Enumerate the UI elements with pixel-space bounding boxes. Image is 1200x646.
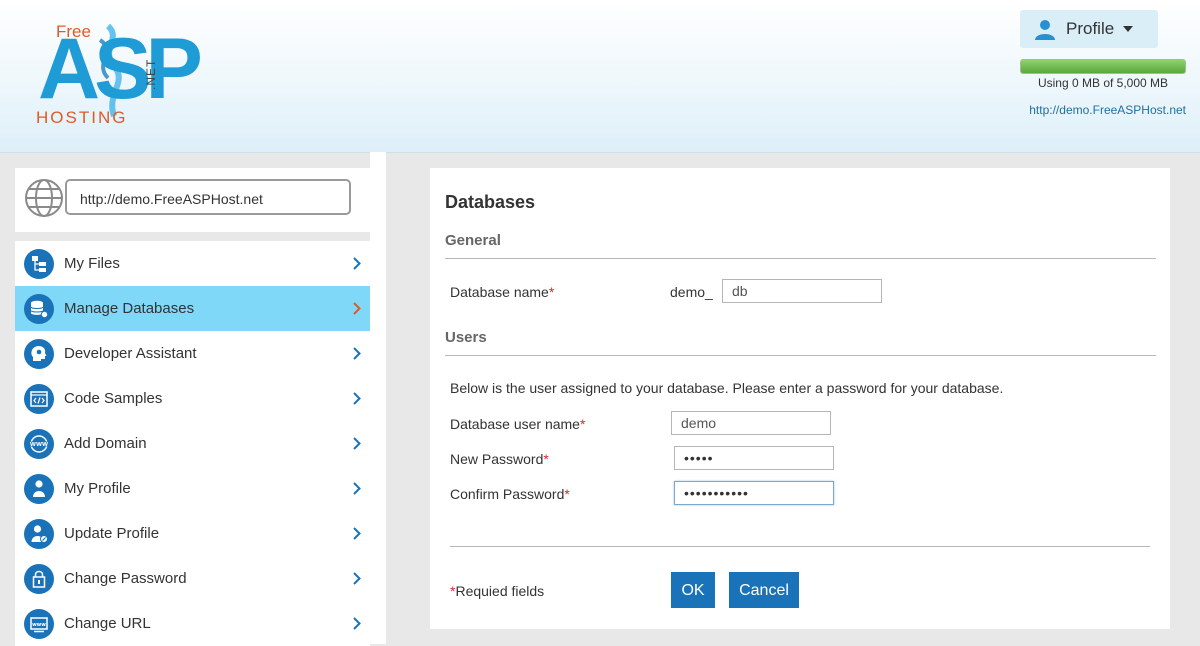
chevron-right-icon	[353, 527, 361, 540]
sidebar-item-my-profile[interactable]: My Profile	[15, 466, 370, 511]
content-gutter	[370, 152, 386, 644]
sidebar-item-label: Change Password	[64, 570, 187, 587]
chevron-right-icon	[353, 347, 361, 360]
required-fields-text: Requied fields	[455, 583, 545, 599]
ok-button[interactable]: OK	[671, 572, 715, 608]
chevron-right-icon	[353, 302, 361, 315]
svg-text:www: www	[32, 622, 46, 628]
database-icon	[24, 293, 54, 324]
sidebar-item-label: Code Samples	[64, 390, 163, 407]
sidebar: http://demo.FreeASPHost.net My Files Man…	[15, 168, 370, 646]
user-edit-icon	[24, 518, 54, 549]
page-title: Databases	[445, 192, 536, 212]
lock-icon	[24, 563, 54, 594]
www-icon: WWW	[24, 428, 54, 459]
confirm-password-label: Confirm Password*	[450, 486, 570, 502]
site-url-link[interactable]: http://demo.FreeASPHost.net	[990, 103, 1186, 117]
globe-icon	[25, 179, 63, 217]
sidebar-item-code-samples[interactable]: Code Samples	[15, 376, 370, 421]
head-gear-icon	[24, 338, 54, 369]
site-url-field[interactable]: http://demo.FreeASPHost.net	[65, 179, 351, 215]
chevron-right-icon	[353, 392, 361, 405]
db-user-name-input[interactable]: demo	[671, 411, 831, 435]
sidebar-item-add-domain[interactable]: WWW Add Domain	[15, 421, 370, 466]
cancel-button[interactable]: Cancel	[729, 572, 799, 608]
header: Free ASP HOSTING .NET Profile Using 0 MB…	[0, 0, 1200, 153]
db-name-prefix: demo_	[670, 284, 713, 300]
logo-net-text: .NET	[144, 58, 158, 90]
chevron-right-icon	[353, 572, 361, 585]
sidebar-item-my-files[interactable]: My Files	[15, 241, 370, 286]
profile-button[interactable]: Profile	[1020, 10, 1158, 48]
section-heading-users: Users	[445, 329, 487, 346]
caret-down-icon	[1123, 26, 1134, 32]
chevron-right-icon	[353, 437, 361, 450]
usage-progress-bar	[1020, 59, 1186, 74]
sidebar-item-update-profile[interactable]: Update Profile	[15, 511, 370, 556]
divider	[450, 546, 1150, 547]
chevron-right-icon	[353, 617, 361, 630]
required-star: *	[543, 451, 549, 467]
folder-tree-icon	[24, 248, 54, 279]
usage-text: Using 0 MB of 5,000 MB	[1037, 76, 1169, 90]
logo-hosting-text: HOSTING	[36, 108, 128, 127]
sidebar-item-label: Change URL	[64, 615, 151, 632]
chevron-right-icon	[353, 257, 361, 270]
new-password-label: New Password*	[450, 451, 549, 467]
section-heading-general: General	[445, 232, 501, 249]
sidebar-menu: My Files Manage Databases Developer Assi…	[15, 241, 370, 646]
logo-asp-text: ASP	[38, 21, 203, 117]
db-name-label: Database name*	[450, 284, 554, 300]
user-icon	[1035, 20, 1055, 40]
sidebar-item-label: My Files	[64, 255, 120, 272]
sidebar-item-developer-assistant[interactable]: Developer Assistant	[15, 331, 370, 376]
sidebar-item-label: Add Domain	[64, 435, 147, 452]
profile-label: Profile	[1066, 19, 1115, 38]
confirm-password-input[interactable]: •••••••••••	[674, 481, 834, 505]
required-star: *	[564, 486, 570, 502]
confirm-password-label-text: Confirm Password	[450, 486, 565, 502]
chevron-right-icon	[353, 482, 361, 495]
db-user-name-label-text: Database user name	[450, 416, 580, 432]
required-star: *	[579, 416, 586, 432]
divider	[445, 355, 1156, 356]
svg-text:WWW: WWW	[30, 442, 48, 448]
code-icon	[24, 383, 54, 414]
required-fields-note: *Requied fields	[450, 583, 544, 599]
db-name-input[interactable]: db	[722, 279, 882, 303]
sidebar-item-label: Developer Assistant	[64, 345, 197, 362]
url-icon: www	[24, 608, 54, 639]
required-star: *	[548, 284, 555, 300]
sidebar-item-change-password[interactable]: Change Password	[15, 556, 370, 601]
databases-panel: Databases General Database name* demo_ d…	[430, 168, 1170, 629]
db-name-label-text: Database name	[450, 284, 549, 300]
db-user-name-label: Database user name*	[450, 416, 585, 432]
usage-progress-fill	[1021, 60, 1185, 73]
logo[interactable]: Free ASP HOSTING .NET	[30, 20, 203, 132]
new-password-input[interactable]: •••••	[674, 446, 834, 470]
sidebar-item-label: Update Profile	[64, 525, 160, 542]
new-password-label-text: New Password	[450, 451, 544, 467]
user-icon	[24, 473, 54, 504]
sidebar-item-manage-databases[interactable]: Manage Databases	[15, 286, 370, 331]
sidebar-item-change-url[interactable]: www Change URL	[15, 601, 370, 646]
sidebar-item-label: Manage Databases	[64, 300, 195, 317]
sidebar-item-label: My Profile	[64, 480, 131, 497]
info-text: Below is the user assigned to your datab…	[450, 380, 1004, 396]
site-url-box: http://demo.FreeASPHost.net	[15, 168, 370, 232]
divider	[445, 258, 1156, 259]
